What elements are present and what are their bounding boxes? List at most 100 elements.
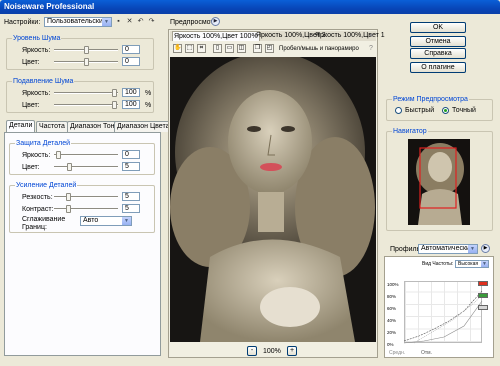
detail-protection-luma-thumb[interactable] [56, 151, 61, 159]
noise-reduction-chroma-unit: % [145, 102, 152, 109]
preview-tab-more-icon[interactable]: ▸ [370, 31, 374, 40]
chevron-down-icon: ▼ [468, 245, 477, 253]
detail-protection-luma-slider[interactable] [54, 154, 118, 156]
frame-icon[interactable]: ◰ [265, 44, 274, 53]
preview-tab-3[interactable]: Яркость 100%,Цвет 1 [315, 31, 385, 40]
noise-reduction-chroma-thumb[interactable] [112, 101, 117, 109]
fast-mode-radio[interactable] [395, 107, 402, 114]
tick-40: 40% [387, 318, 397, 323]
detail-protection-luma-input[interactable]: 0 [122, 150, 140, 159]
preview-tab-1[interactable]: Яркость 100%,Цвет 100% [172, 31, 260, 41]
detail-protection-chroma-slider[interactable] [54, 166, 118, 168]
view-single-icon[interactable]: ▯ [213, 44, 222, 53]
zoom-in-button[interactable]: + [287, 346, 297, 356]
select-icon[interactable]: ⬚ [185, 44, 194, 53]
freq-view-label: Вид Частоты: [422, 261, 454, 267]
noise-level-title: Уровень Шума [12, 34, 62, 43]
detail-protection-chroma-label: Цвет: [22, 164, 40, 171]
help-icon[interactable]: ? [369, 44, 373, 53]
noise-reduction-luma-input[interactable]: 100 [122, 88, 140, 97]
noise-level-chroma-input[interactable]: 0 [122, 57, 140, 66]
navigator-thumbnail[interactable] [408, 139, 470, 225]
tick-0: 0% [387, 342, 394, 347]
noise-level-chroma-thumb[interactable] [84, 58, 89, 66]
profile-menu-icon[interactable]: ▶ [481, 244, 490, 253]
delete-icon[interactable]: ✕ [125, 17, 134, 26]
preview-image[interactable] [170, 57, 376, 342]
chevron-down-icon: ▼ [122, 217, 131, 225]
noise-reduction-chroma-input[interactable]: 100 [122, 100, 140, 109]
mark-label: Отм. [421, 350, 433, 356]
noise-reduction-luma-unit: % [145, 90, 152, 97]
sharpness-label: Резкость: [22, 194, 53, 201]
redo-icon[interactable]: ↷ [147, 17, 156, 26]
noise-reduction-chroma-label: Цвет: [22, 102, 40, 109]
noise-level-chroma-label: Цвет: [22, 59, 40, 66]
noise-reduction-luma-slider[interactable] [54, 92, 118, 94]
undo-icon[interactable]: ↶ [136, 17, 145, 26]
window-title-bar: Noiseware Professional [0, 0, 500, 14]
hand-icon[interactable]: ✋ [173, 44, 182, 53]
detail-protection-chroma-thumb[interactable] [67, 163, 72, 171]
tab-details[interactable]: Детали [6, 120, 36, 132]
chevron-down-icon: ▼ [481, 261, 488, 267]
preview-photo [170, 57, 376, 342]
green-handle-icon[interactable] [478, 293, 488, 298]
about-button[interactable]: О плагине [410, 62, 466, 73]
gray-handle-icon[interactable] [478, 305, 488, 310]
red-handle-icon[interactable] [478, 281, 488, 286]
preview-menu-icon[interactable]: ▶ [211, 17, 220, 26]
pan-hint-text: Пробел/мышь и панорамиро [279, 46, 359, 52]
accurate-mode-label: Точный [452, 107, 476, 114]
preview-mode-title: Режим Предпросмотра [392, 95, 469, 104]
smoothing-select[interactable]: Авто ▼ [80, 216, 132, 226]
tab-frequency[interactable]: Частота [36, 121, 68, 132]
tick-100: 100% [387, 282, 399, 287]
zoom-value: 100% [263, 348, 281, 355]
contrast-input[interactable]: 5 [122, 204, 140, 213]
sharpness-thumb[interactable] [66, 193, 71, 201]
view-split-h-icon[interactable]: ▭ [225, 44, 234, 53]
chevron-down-icon: ▼ [102, 18, 111, 26]
sharpness-slider[interactable] [54, 196, 118, 198]
tick-80: 80% [387, 294, 397, 299]
noise-level-luma-label: Яркость: [22, 47, 51, 54]
navigator-photo [408, 139, 470, 225]
view-split-v-icon[interactable]: ◫ [237, 44, 246, 53]
noise-reduction-title: Подавление Шума [12, 77, 75, 86]
preview-mode-group: Режим Предпросмотра [386, 95, 493, 121]
zoom-out-button[interactable]: - [247, 346, 257, 356]
contrast-slider[interactable] [54, 208, 118, 210]
copy-icon[interactable]: ❐ [253, 44, 262, 53]
tab-color-range[interactable]: Диапазон Цвета [114, 121, 173, 132]
accurate-mode-radio[interactable] [442, 107, 449, 114]
settings-preset-select[interactable]: Пользовательские ▼ [44, 17, 112, 27]
profile-select[interactable]: Автоматический ▼ [418, 244, 478, 254]
contrast-label: Контраст: [22, 206, 54, 213]
smoothing-label: Сглаживание Границ: [22, 216, 66, 231]
profile-curves [404, 290, 483, 344]
detail-protection-chroma-input[interactable]: 5 [122, 162, 140, 171]
cancel-button[interactable]: Отмена [410, 36, 466, 47]
ok-button[interactable]: OK [410, 22, 466, 33]
navigator-title: Навигатор [392, 127, 428, 136]
noise-level-luma-thumb[interactable] [84, 46, 89, 54]
freq-view-select[interactable]: Высокая ▼ [455, 260, 489, 268]
detail-protection-title: Защита Деталей [15, 139, 72, 148]
detail-protection-luma-label: Яркость: [22, 152, 51, 159]
noise-reduction-chroma-slider[interactable] [54, 104, 118, 106]
preview-tabstrip: Яркость 100%,Цвет 100% Яркость 100%,Цвет… [170, 31, 385, 41]
sharpness-input[interactable]: 5 [122, 192, 140, 201]
noise-reduction-luma-thumb[interactable] [112, 89, 117, 97]
contrast-thumb[interactable] [66, 205, 71, 213]
preview-toolbar: ✋ ⬚ ⌗ ▯ ▭ ◫ ❐ ◰ Пробел/мышь и панорамиро… [170, 43, 376, 55]
average-label: Средн. [389, 350, 406, 356]
fast-mode-label: Быстрый [405, 107, 435, 114]
settings-label: Настройки: [4, 19, 41, 26]
crop-icon[interactable]: ⌗ [197, 44, 206, 53]
noise-reduction-luma-label: Яркость: [22, 90, 51, 97]
save-icon[interactable]: ▪ [114, 17, 123, 26]
tick-20: 20% [387, 330, 397, 335]
noise-level-luma-input[interactable]: 0 [122, 45, 140, 54]
help-button[interactable]: Справка [410, 48, 466, 59]
